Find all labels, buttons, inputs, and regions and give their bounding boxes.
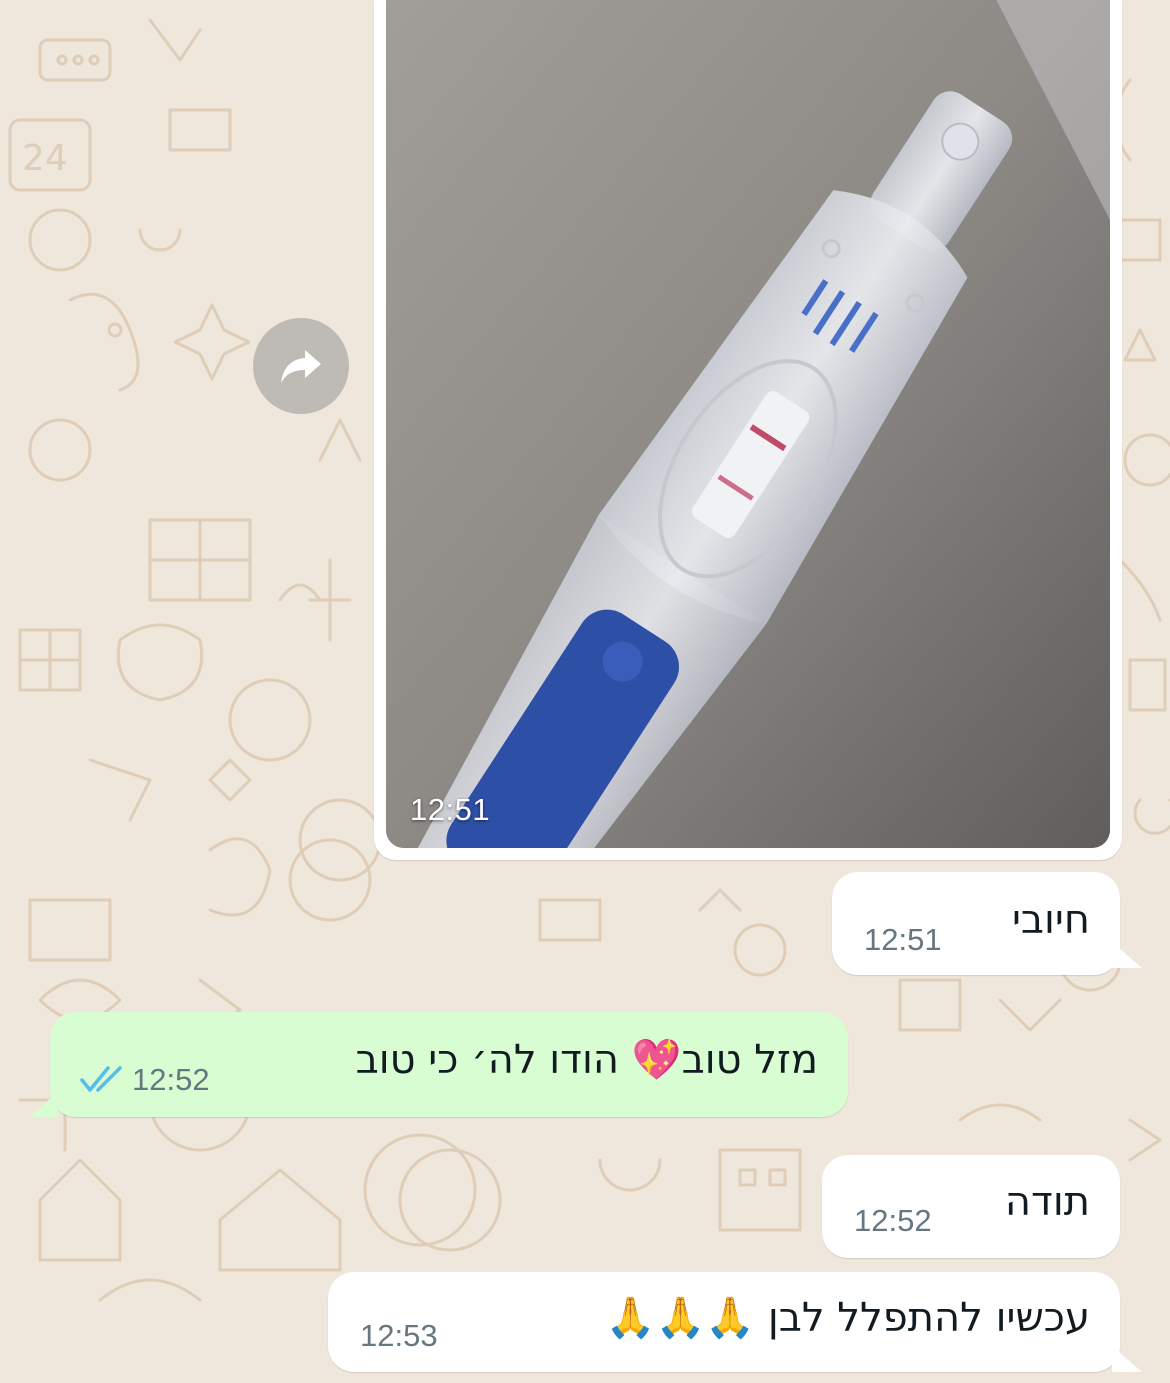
outgoing-message[interactable]: מזל טוב💖 הודו לה׳ כי טוב 12:52 — [30, 1012, 848, 1117]
message-timestamp: 12:52 — [132, 1062, 210, 1097]
bubble-tail — [30, 1091, 58, 1117]
pregnancy-test-photo — [386, 0, 1110, 848]
bubble-tail — [1112, 942, 1142, 968]
message-text: תודה — [1004, 1179, 1090, 1225]
incoming-message[interactable]: עכשיו להתפלל לבן 🙏🙏🙏 12:53 — [328, 1272, 1142, 1372]
message-timestamp: 12:52 — [854, 1203, 932, 1238]
incoming-message[interactable]: תודה 12:52 — [822, 1155, 1120, 1258]
image-timestamp: 12:51 — [410, 792, 491, 827]
message-text: מזל טוב💖 הודו לה׳ כי טוב — [355, 1037, 818, 1083]
forward-button[interactable] — [253, 318, 349, 414]
double-check-read-icon — [80, 1066, 122, 1092]
incoming-message[interactable]: חיובי 12:51 — [832, 872, 1142, 975]
bubble-tail — [1112, 1346, 1142, 1372]
image-message[interactable]: 12:51 — [374, 0, 1122, 860]
message-text: עכשיו להתפלל לבן 🙏🙏🙏 — [605, 1295, 1090, 1341]
photo[interactable]: 12:51 — [386, 0, 1110, 848]
message-timestamp: 12:53 — [360, 1318, 438, 1353]
chat-area[interactable]: 12:51 חיובי 12:51 מזל טוב💖 הודו לה׳ כי ט… — [0, 0, 1170, 1383]
forward-arrow-icon — [281, 350, 321, 383]
message-timestamp: 12:51 — [864, 922, 942, 957]
message-text: חיובי — [1011, 897, 1090, 943]
